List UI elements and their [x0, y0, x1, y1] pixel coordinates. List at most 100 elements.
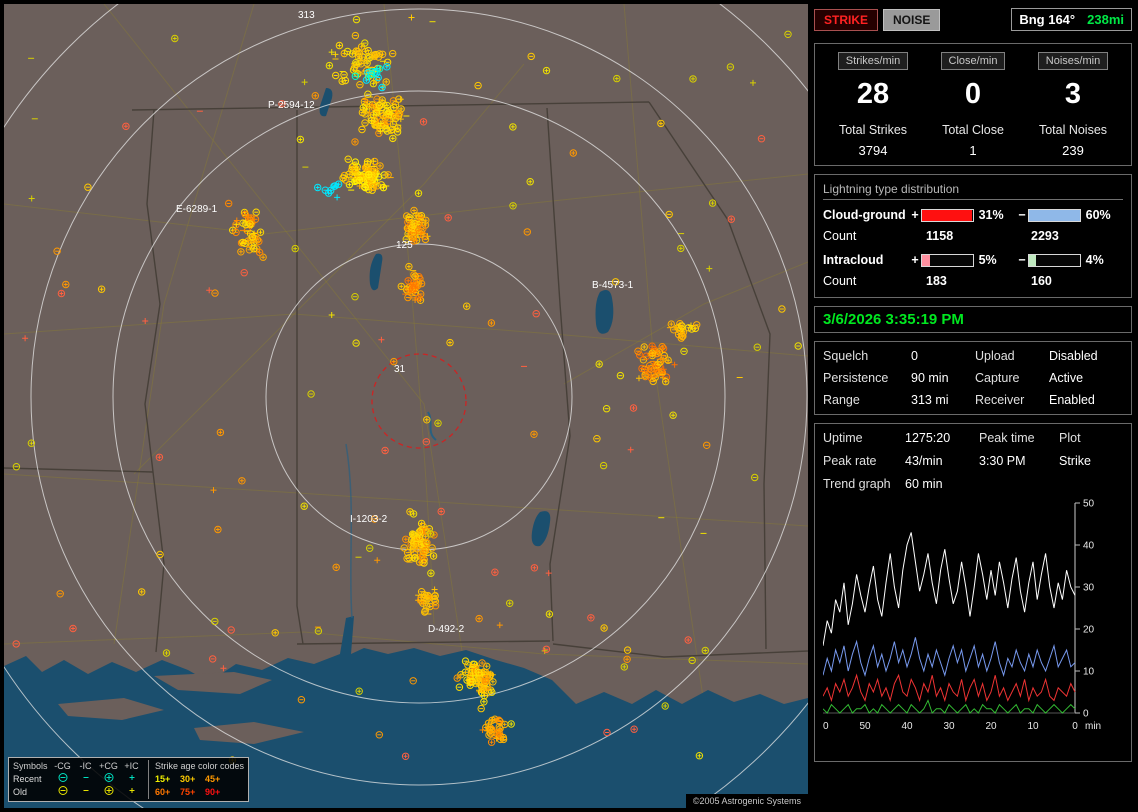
- cloud-ground-label: Cloud-ground: [823, 208, 909, 222]
- total-noises-value: 239: [1023, 143, 1123, 158]
- ic-positive-bar: [921, 254, 973, 267]
- ic-negative-bar: [1028, 254, 1080, 267]
- peak-rate-label: Peak rate: [823, 454, 905, 468]
- total-noises-label: Total Noises: [1023, 123, 1123, 137]
- upload-label: Upload: [975, 349, 1049, 363]
- squelch-label: Squelch: [823, 349, 911, 363]
- capture-label: Capture: [975, 371, 1049, 385]
- legend-recent-label: Recent: [13, 773, 51, 786]
- plot-label: Plot: [1059, 431, 1123, 445]
- squelch-value: 0: [911, 349, 975, 363]
- svg-text:313: 313: [298, 10, 315, 21]
- plus-sign: +: [909, 253, 921, 267]
- old-strike-symbols: [51, 785, 143, 800]
- bearing-display: Bng 164° 238mi: [1011, 8, 1132, 31]
- legend-old-label: Old: [13, 786, 51, 799]
- svg-text:31: 31: [394, 364, 406, 375]
- legend-age-title: Strike age color codes: [155, 760, 244, 773]
- cg-count-label: Count: [823, 229, 913, 243]
- cg-positive-count: 1158: [926, 229, 1018, 243]
- plus-sign: +: [909, 208, 921, 222]
- uptime-label: Uptime: [823, 431, 905, 445]
- strikes-per-min-button[interactable]: Strikes/min: [838, 52, 908, 70]
- ic-negative-percent: 4%: [1081, 253, 1123, 267]
- ic-count-label: Count: [823, 274, 913, 288]
- ic-positive-count: 183: [926, 274, 1018, 288]
- peak-time-value: 3:30 PM: [979, 454, 1059, 468]
- svg-text:20: 20: [985, 721, 997, 732]
- age-codes-row-2: 60+75+90+: [155, 786, 244, 799]
- svg-text:10: 10: [1027, 721, 1039, 732]
- app-window: 313P-2594-12E-6289-1125B-4573-131I-1203-…: [0, 0, 1138, 812]
- ic-positive-percent: 5%: [974, 253, 1016, 267]
- svg-text:B-4573-1: B-4573-1: [592, 280, 634, 291]
- range-value: 313 mi: [911, 393, 975, 407]
- trend-graph: 010203040506050403020100min: [823, 497, 1123, 749]
- side-panel: STRIKE NOISE Bng 164° 238mi Strikes/min …: [814, 8, 1132, 762]
- svg-text:40: 40: [1083, 541, 1095, 552]
- bearing-value: Bng 164°: [1019, 12, 1075, 27]
- svg-text:50: 50: [1083, 499, 1095, 510]
- cg-negative-count: 2293: [1031, 229, 1123, 243]
- capture-status: Active: [1049, 371, 1123, 385]
- settings-section: Squelch 0 Upload Disabled Persistence 90…: [814, 341, 1132, 415]
- copyright-text: ©2005 Astrogenic Systems: [686, 794, 808, 808]
- svg-text:P-2594-12: P-2594-12: [268, 100, 315, 111]
- receiver-label: Receiver: [975, 393, 1049, 407]
- persistence-label: Persistence: [823, 371, 911, 385]
- total-close-value: 1: [923, 143, 1023, 158]
- svg-text:I-1203-2: I-1203-2: [350, 514, 388, 525]
- rates-section: Strikes/min 28 Total Strikes 3794 Close/…: [814, 43, 1132, 166]
- minus-sign: −: [1016, 208, 1028, 222]
- intracloud-label: Intracloud: [823, 253, 909, 267]
- total-close-label: Total Close: [923, 123, 1023, 137]
- distribution-section: Lightning type distribution Cloud-ground…: [814, 174, 1132, 298]
- svg-text:0: 0: [1072, 721, 1078, 732]
- trend-window-value: 60 min: [905, 477, 979, 491]
- map-canvas[interactable]: 313 P-2594-12 E-6289-1 125 B-4573-1 31 I-1203-…: [4, 4, 808, 808]
- trend-section: Uptime 1275:20 Peak time Plot Peak rate …: [814, 423, 1132, 762]
- receiver-status: Enabled: [1049, 393, 1123, 407]
- ic-negative-count: 160: [1031, 274, 1123, 288]
- svg-text:125: 125: [396, 240, 413, 251]
- cg-negative-percent: 60%: [1081, 208, 1123, 222]
- distribution-title: Lightning type distribution: [823, 182, 1123, 200]
- legend-symbols-title: Symbols: [13, 760, 51, 773]
- map-legend: Symbols -CG -IC +CG +IC Recent Old Strik…: [8, 757, 249, 802]
- svg-text:D-492-2: D-492-2: [428, 624, 465, 635]
- noises-per-min-value: 3: [1023, 78, 1123, 111]
- bearing-distance: 238mi: [1087, 12, 1124, 27]
- svg-text:10: 10: [1083, 667, 1095, 678]
- cg-positive-percent: 31%: [974, 208, 1016, 222]
- total-strikes-label: Total Strikes: [823, 123, 923, 137]
- cg-negative-bar: [1028, 209, 1080, 222]
- svg-text:20: 20: [1083, 625, 1095, 636]
- strikes-per-min-value: 28: [823, 78, 923, 111]
- svg-text:E-6289-1: E-6289-1: [176, 204, 218, 215]
- total-strikes-value: 3794: [823, 143, 923, 158]
- noises-per-min-button[interactable]: Noises/min: [1038, 52, 1108, 70]
- svg-text:50: 50: [859, 721, 871, 732]
- cg-positive-bar: [921, 209, 973, 222]
- persistence-value: 90 min: [911, 371, 975, 385]
- svg-text:30: 30: [943, 721, 955, 732]
- svg-text:40: 40: [901, 721, 913, 732]
- age-codes-row-1: 15+30+45+: [155, 773, 244, 786]
- uptime-value: 1275:20: [905, 431, 979, 445]
- peak-rate-value: 43/min: [905, 454, 979, 468]
- strike-mode-button[interactable]: STRIKE: [814, 9, 878, 31]
- close-per-min-button[interactable]: Close/min: [941, 52, 1006, 70]
- range-label: Range: [823, 393, 911, 407]
- plot-value: Strike: [1059, 454, 1123, 468]
- trend-graph-label: Trend graph: [823, 477, 905, 491]
- svg-text:60: 60: [823, 721, 829, 732]
- noise-mode-button[interactable]: NOISE: [883, 9, 940, 31]
- svg-text:0: 0: [1083, 709, 1089, 720]
- date-time-display: 3/6/2026 3:35:19 PM: [814, 306, 1132, 333]
- lightning-map[interactable]: 313 P-2594-12 E-6289-1 125 B-4573-1 31 I-1203-…: [4, 4, 808, 808]
- minus-sign: −: [1016, 253, 1028, 267]
- peak-time-label: Peak time: [979, 431, 1059, 445]
- svg-text:30: 30: [1083, 583, 1095, 594]
- svg-text:min: min: [1085, 721, 1101, 732]
- close-per-min-value: 0: [923, 78, 1023, 111]
